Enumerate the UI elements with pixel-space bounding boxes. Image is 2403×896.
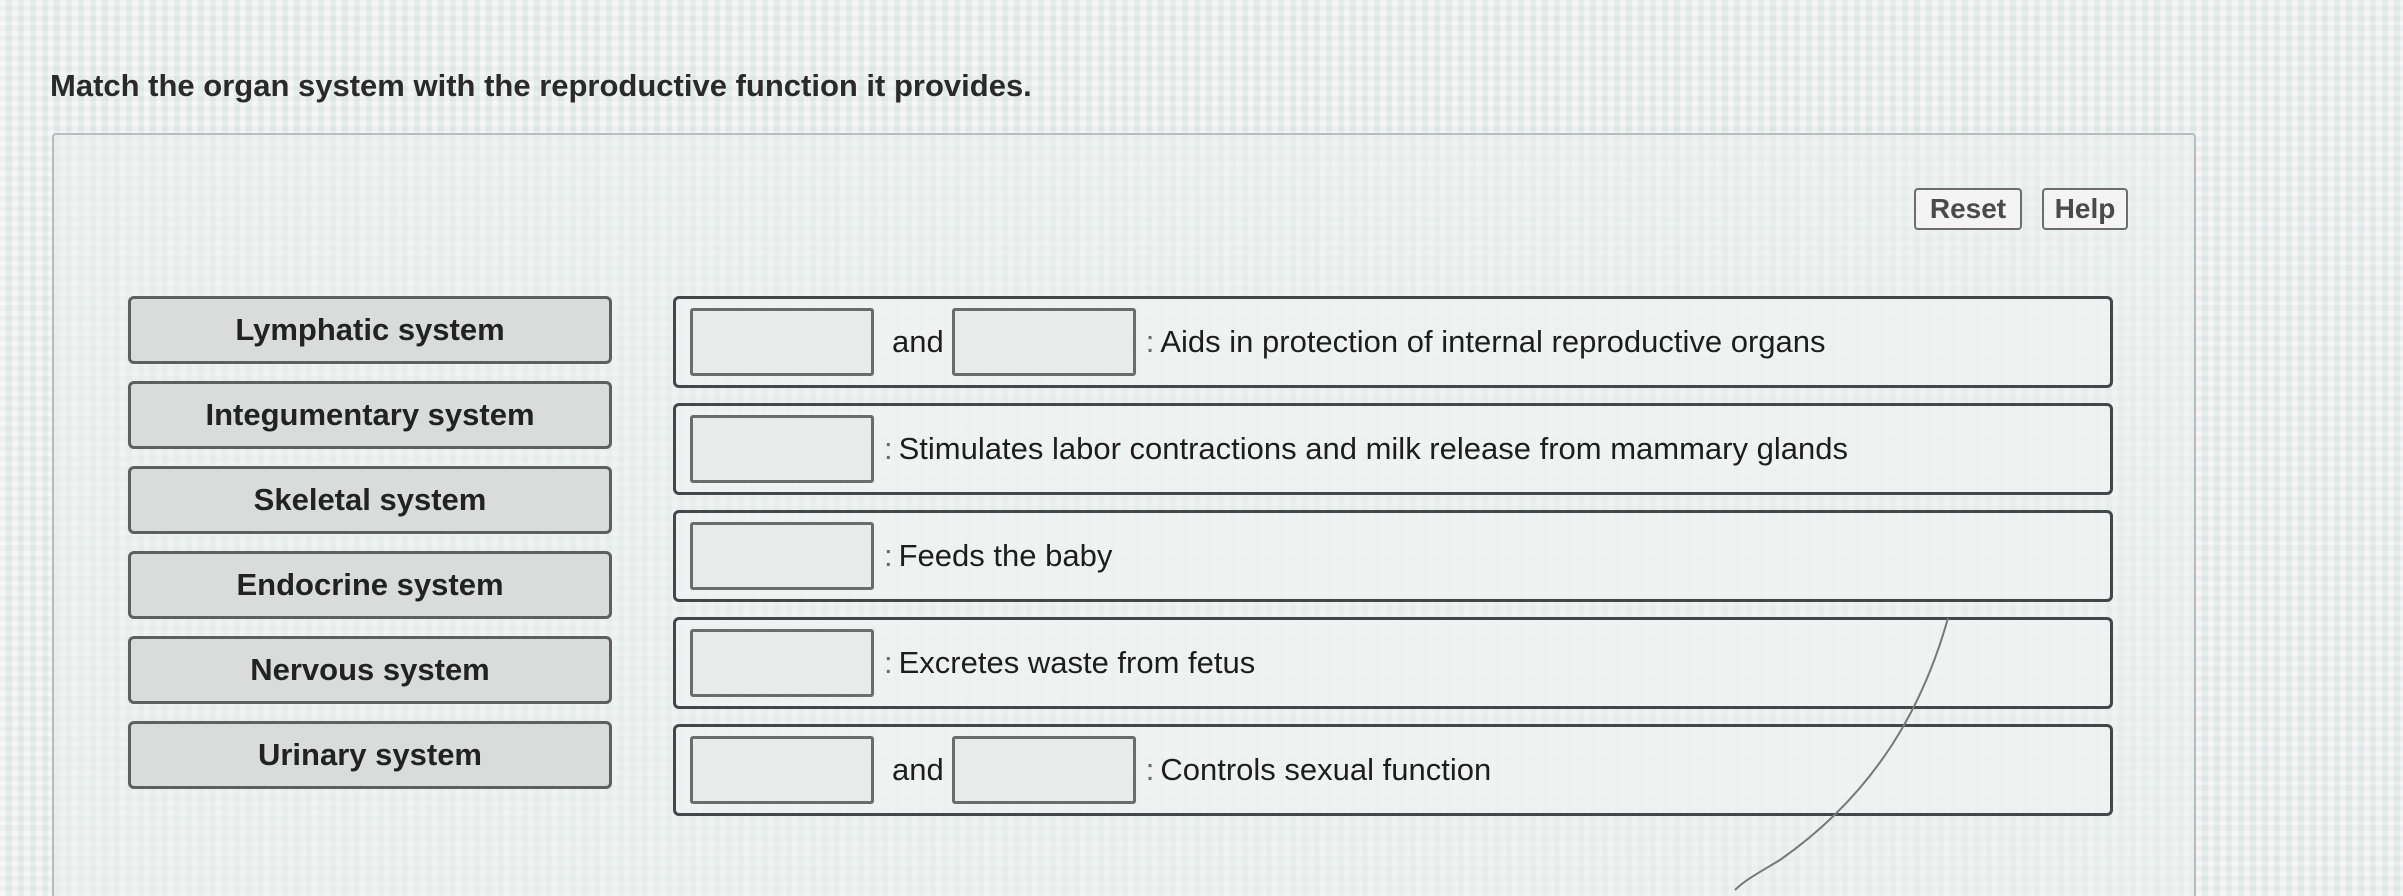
separator: : xyxy=(884,431,893,466)
drop-slot[interactable] xyxy=(690,736,874,804)
draggable-items-list: Lymphatic system Integumentary system Sk… xyxy=(128,296,612,789)
drop-targets-list: and : Aids in protection of internal repr… xyxy=(673,296,2113,816)
function-text: Feeds the baby xyxy=(898,538,1113,573)
separator: : xyxy=(884,645,893,680)
draggable-item-urinary-system[interactable]: Urinary system xyxy=(128,721,612,789)
function-description: : Stimulates labor contractions and milk … xyxy=(884,431,1848,467)
drop-slot[interactable] xyxy=(690,308,874,376)
function-description: : Aids in protection of internal reproduc… xyxy=(1146,324,1826,360)
target-row-labor-contractions: : Stimulates labor contractions and milk … xyxy=(673,403,2113,495)
separator: : xyxy=(1145,752,1155,787)
separator: : xyxy=(1145,324,1155,359)
draggable-item-nervous-system[interactable]: Nervous system xyxy=(128,636,612,704)
function-text: Controls sexual function xyxy=(1160,752,1492,787)
function-description: : Excretes waste from fetus xyxy=(884,645,1255,681)
drop-slot[interactable] xyxy=(951,736,1136,804)
drop-slot[interactable] xyxy=(690,629,874,697)
and-label: and xyxy=(892,752,944,787)
reset-button[interactable]: Reset xyxy=(1914,188,2022,230)
draggable-item-endocrine-system[interactable]: Endocrine system xyxy=(128,551,612,619)
function-description: : Controls sexual function xyxy=(1146,752,1491,788)
help-button[interactable]: Help xyxy=(2042,188,2128,230)
question-text: Match the organ system with the reproduc… xyxy=(50,68,1032,103)
function-text: Excretes waste from fetus xyxy=(898,645,1256,680)
drop-slot[interactable] xyxy=(951,308,1136,376)
drop-slot[interactable] xyxy=(690,522,874,590)
target-row-feeds-baby: : Feeds the baby xyxy=(673,510,2113,602)
target-row-excretes-waste: : Excretes waste from fetus xyxy=(673,617,2113,709)
function-text: Stimulates labor contractions and milk r… xyxy=(898,431,1848,466)
function-text: Aids in protection of internal reproduct… xyxy=(1160,324,1826,359)
target-row-sexual-function: and : Controls sexual function xyxy=(673,724,2113,816)
function-description: : Feeds the baby xyxy=(884,538,1112,574)
draggable-item-lymphatic-system[interactable]: Lymphatic system xyxy=(128,296,612,364)
and-label: and xyxy=(892,324,944,359)
target-row-protection: and : Aids in protection of internal repr… xyxy=(673,296,2113,388)
draggable-item-skeletal-system[interactable]: Skeletal system xyxy=(128,466,612,534)
drop-slot[interactable] xyxy=(690,415,874,483)
draggable-item-integumentary-system[interactable]: Integumentary system xyxy=(128,381,612,449)
separator: : xyxy=(884,538,893,573)
